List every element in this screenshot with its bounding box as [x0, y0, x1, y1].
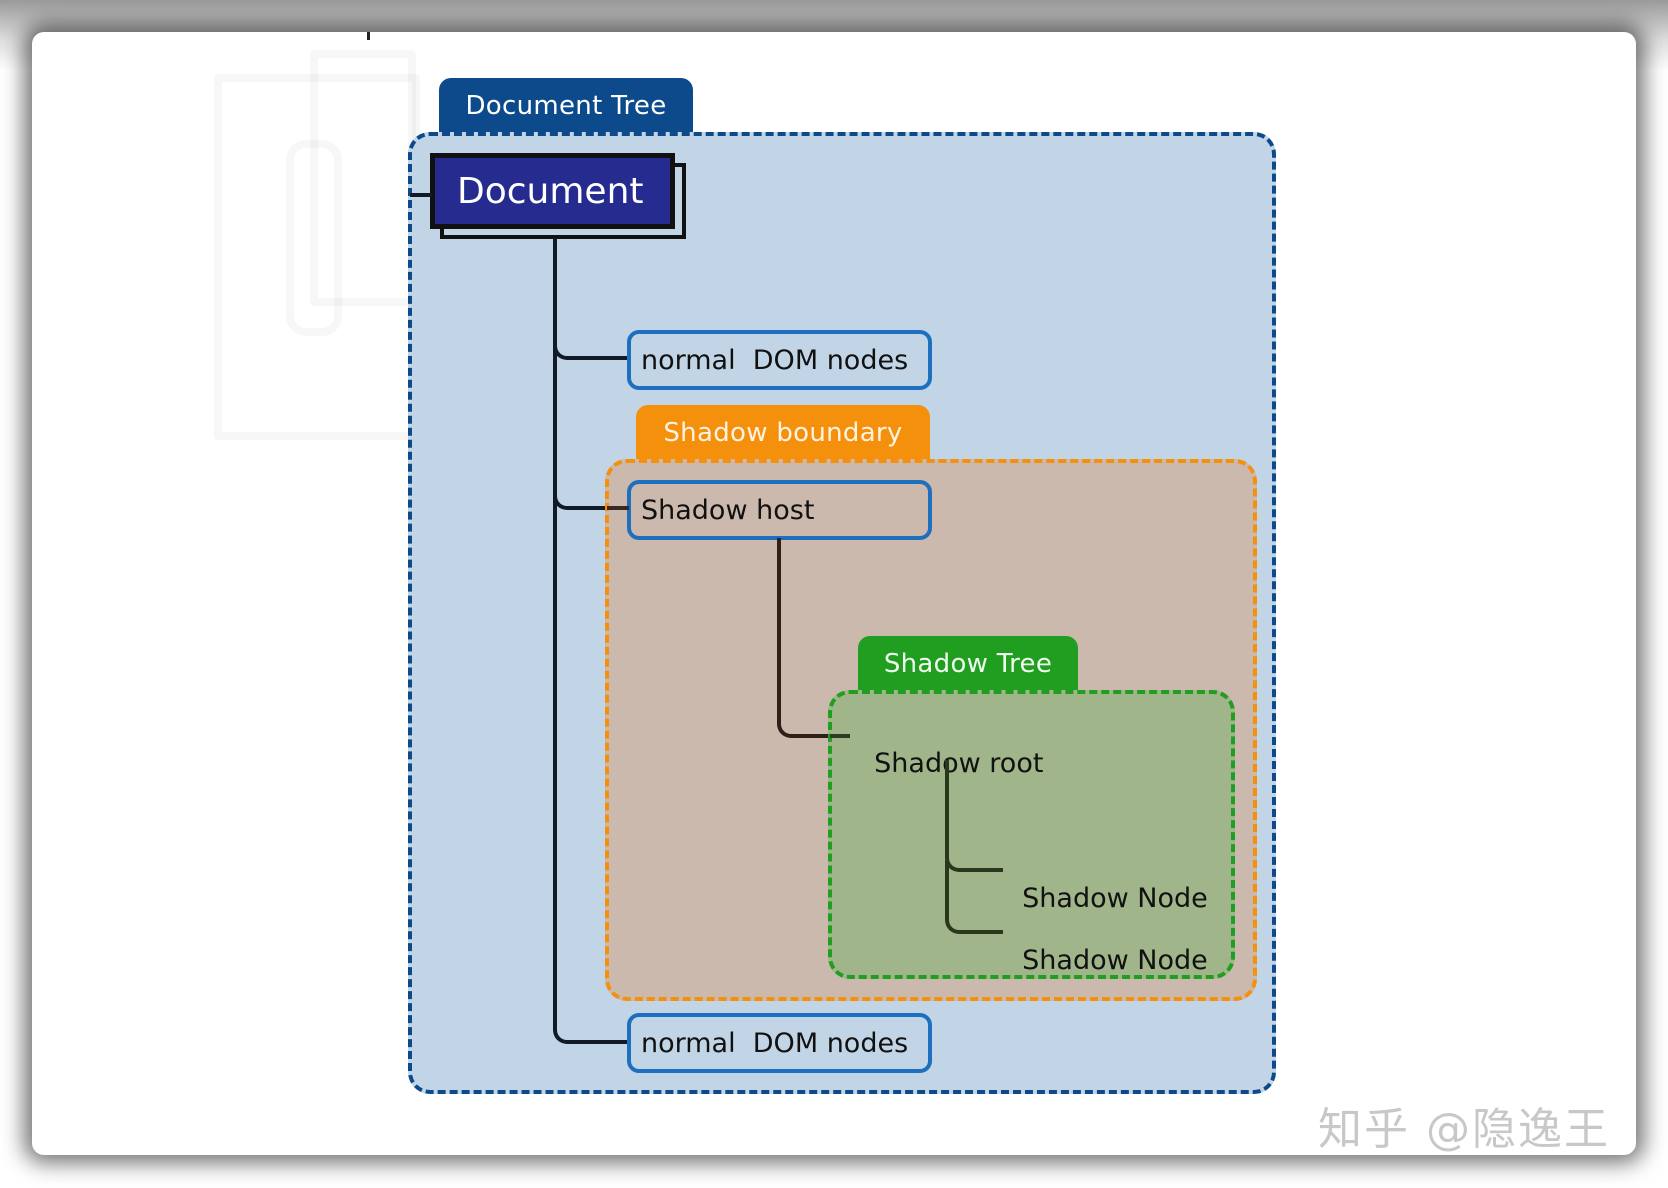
normal-dom-node[interactable]: normal DOM nodes: [627, 330, 932, 390]
connector-root-to-node-2: [945, 860, 1003, 934]
connector-host-stub: [607, 506, 629, 510]
document-tree-tab: Document Tree: [439, 78, 693, 134]
normal-dom-node[interactable]: normal DOM nodes: [627, 1013, 932, 1073]
normal-dom-node-label: normal DOM nodes: [641, 344, 909, 376]
tick-mark: [367, 32, 370, 40]
ghost-shape: [286, 140, 342, 336]
shadow-tree-tab: Shadow Tree: [858, 636, 1078, 692]
connector-stub: [410, 193, 432, 197]
shadow-node[interactable]: Shadow Node: [1005, 914, 1208, 976]
shadow-host-label: Shadow host: [641, 494, 815, 526]
shadow-node-label: Shadow Node: [1022, 883, 1208, 914]
connector-root-stub: [830, 734, 850, 738]
normal-dom-node-label: normal DOM nodes: [641, 1027, 909, 1059]
document-node[interactable]: Document: [430, 153, 675, 229]
shadow-node[interactable]: Shadow Node: [1005, 852, 1208, 914]
shadow-node-label: Shadow Node: [1022, 945, 1208, 976]
connector-to-normal-top: [553, 336, 629, 360]
shadow-tree-label: Shadow Tree: [883, 649, 1053, 679]
connector-to-normal-bottom: [553, 1020, 629, 1044]
shadow-host-node[interactable]: Shadow host: [627, 480, 932, 540]
watermark: 知乎 @隐逸王: [1318, 1104, 1610, 1155]
shadow-boundary-label: Shadow boundary: [663, 418, 903, 448]
connector-root-to-node-1: [945, 760, 1003, 872]
connector-trunk: [553, 350, 557, 1020]
shadow-boundary-tab: Shadow boundary: [636, 405, 930, 461]
document-node-label: Document: [457, 170, 644, 212]
document-tree-label: Document Tree: [465, 91, 667, 121]
